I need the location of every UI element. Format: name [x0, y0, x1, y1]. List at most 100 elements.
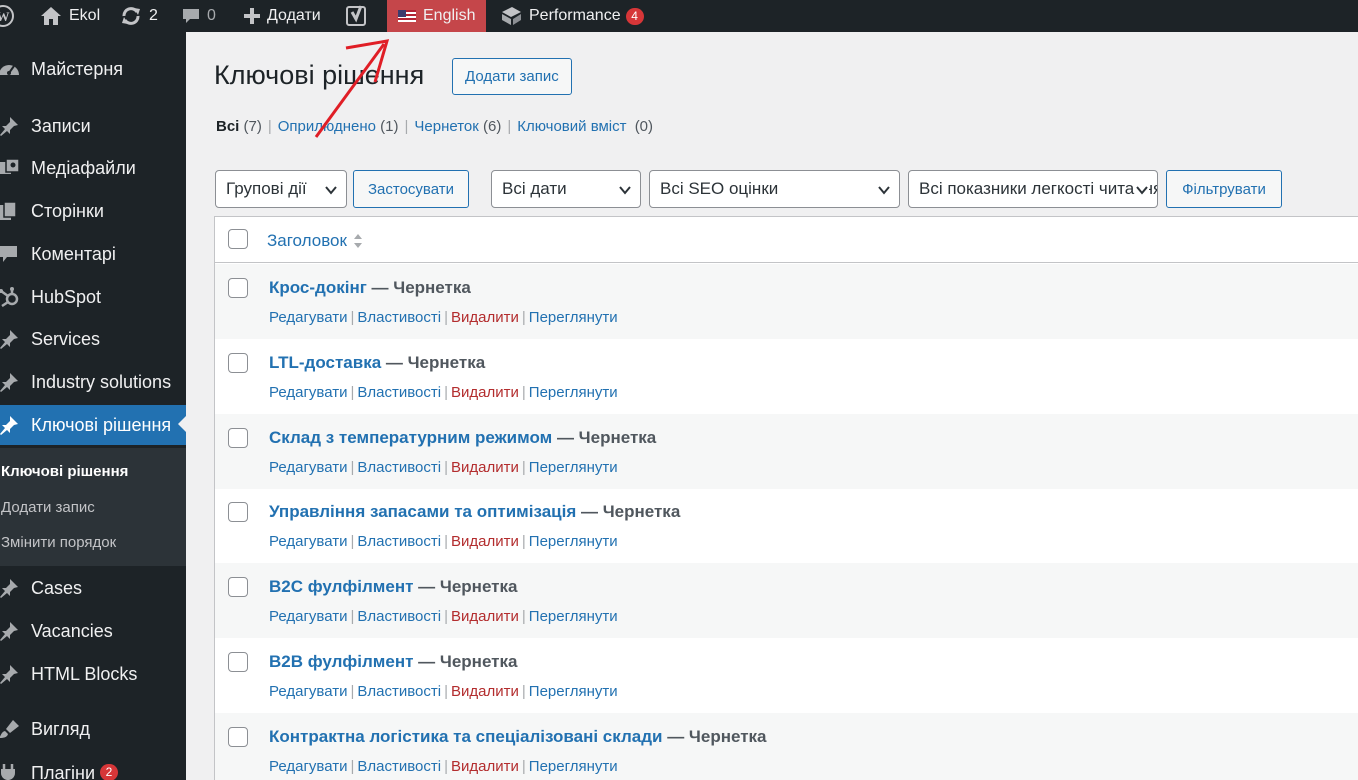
properties-link[interactable]: Властивості — [357, 309, 441, 326]
properties-link[interactable]: Властивості — [357, 608, 441, 625]
delete-link[interactable]: Видалити — [451, 533, 519, 550]
row-title-link[interactable]: B2C фулфілмент — [269, 577, 413, 596]
language-switcher[interactable]: English — [387, 0, 487, 32]
seo-score-select[interactable]: Всі SEO оцінки — [649, 170, 900, 208]
yoast-menu[interactable] — [346, 0, 368, 32]
view-published-count: (1) — [380, 118, 399, 135]
properties-link[interactable]: Властивості — [357, 683, 441, 700]
comments-icon — [183, 9, 199, 23]
pin-icon — [0, 330, 18, 349]
seo-score-value: Всі SEO оцінки — [660, 179, 779, 198]
row-title-link[interactable]: Склад з температурним режимом — [269, 428, 552, 447]
action-separator: | — [521, 383, 526, 401]
view-link[interactable]: Переглянути — [529, 309, 618, 326]
row-checkbox[interactable] — [228, 278, 248, 298]
edit-link[interactable]: Редагувати — [269, 459, 348, 476]
view-separator: | — [267, 118, 272, 135]
add-new-button[interactable]: Додати запис — [452, 58, 572, 95]
row-title-link[interactable]: LTL-доставка — [269, 353, 381, 372]
menu-item-key-solutions[interactable]: Ключові рішення — [0, 405, 186, 445]
view-link[interactable]: Переглянути — [529, 384, 618, 401]
comments-link[interactable]: 0 — [182, 0, 216, 32]
view-link[interactable]: Переглянути — [529, 533, 618, 550]
row-checkbox[interactable] — [228, 577, 248, 598]
menu-item-appearance[interactable]: Вигляд — [0, 710, 186, 748]
row-title-link[interactable]: Управління запасами та оптимізація — [269, 502, 576, 521]
properties-link[interactable]: Властивості — [357, 459, 441, 476]
menu-item-posts[interactable]: Записи — [0, 107, 186, 145]
bulk-actions-select[interactable]: Групові дії — [215, 170, 347, 208]
delete-link[interactable]: Видалити — [451, 683, 519, 700]
action-separator: | — [350, 458, 355, 476]
menu-item-comments[interactable]: Коментарі — [0, 235, 186, 273]
dates-select[interactable]: Всі дати — [491, 170, 641, 208]
readability-select[interactable]: Всі показники легкості читання — [908, 170, 1158, 208]
delete-link[interactable]: Видалити — [451, 608, 519, 625]
menu-item-vacancies[interactable]: Vacancies — [0, 612, 186, 650]
menu-item-industry-solutions[interactable]: Industry solutions — [0, 363, 186, 401]
menu-item-plugins[interactable]: Плагіни 2 — [0, 754, 186, 780]
menu-item-media[interactable]: Медіафайли — [0, 149, 186, 187]
edit-link[interactable]: Редагувати — [269, 608, 348, 625]
performance-menu[interactable]: Performance 4 — [500, 0, 644, 32]
row-state-separator: — — [413, 652, 440, 671]
edit-link[interactable]: Редагувати — [269, 683, 348, 700]
delete-link[interactable]: Видалити — [451, 384, 519, 401]
view-cornerstone-count: (0) — [634, 118, 654, 135]
menu-item-dashboard[interactable]: Майстерня — [0, 50, 186, 88]
edit-link[interactable]: Редагувати — [269, 533, 348, 550]
action-separator: | — [444, 683, 449, 700]
view-all[interactable]: Всі — [216, 118, 239, 135]
row-title-link[interactable]: B2B фулфілмент — [269, 652, 413, 671]
submenu-item-reorder[interactable]: Змінити порядок — [1, 534, 116, 551]
view-link[interactable]: Переглянути — [529, 683, 618, 700]
menu-label-industry-solutions: Industry solutions — [31, 371, 172, 392]
delete-link[interactable]: Видалити — [451, 758, 519, 775]
row-actions: Редагувати | Властивості | Видалити | Переглян… — [269, 533, 618, 550]
apply-button[interactable]: Застосувати — [353, 170, 469, 208]
view-published[interactable]: Оприлюднено — [278, 118, 376, 135]
row-title: Крос-докінг — Чернетка — [269, 278, 471, 298]
submenu-item-all[interactable]: Ключові рішення — [1, 463, 128, 480]
menu-item-hubspot[interactable]: HubSpot — [0, 278, 186, 316]
new-content-link[interactable]: Додати — [244, 0, 321, 32]
menu-item-services[interactable]: Services — [0, 320, 186, 358]
view-cornerstone[interactable]: Ключовий вміст — [517, 118, 626, 135]
delete-link[interactable]: Видалити — [451, 309, 519, 326]
column-title-header[interactable]: Заголовок — [267, 231, 363, 251]
menu-item-pages[interactable]: Сторінки — [0, 192, 186, 230]
status-views: Всі (7) | Оприлюднено (1) | Чернеток (6) | Клю… — [216, 118, 653, 135]
menu-item-html-blocks[interactable]: HTML Blocks — [0, 655, 186, 693]
row-state: Чернетка — [439, 577, 518, 597]
edit-link[interactable]: Редагувати — [269, 309, 348, 326]
select-all-checkbox[interactable] — [228, 229, 248, 249]
chevron-down-icon — [1135, 183, 1149, 197]
delete-link[interactable]: Видалити — [451, 459, 519, 476]
site-name-link[interactable]: Ekol — [40, 0, 100, 32]
edit-link[interactable]: Редагувати — [269, 758, 348, 775]
properties-link[interactable]: Властивості — [357, 384, 441, 401]
properties-link[interactable]: Властивості — [357, 533, 441, 550]
edit-link[interactable]: Редагувати — [269, 384, 348, 401]
row-checkbox[interactable] — [228, 726, 248, 747]
row-checkbox[interactable] — [228, 427, 248, 448]
table-header: Заголовок — [215, 217, 1358, 263]
row-checkbox[interactable] — [228, 502, 248, 523]
view-drafts[interactable]: Чернеток — [414, 118, 478, 135]
row-title: Управління запасами та оптимізація — Чер… — [269, 502, 680, 522]
view-all-count: (7) — [243, 118, 262, 135]
row-checkbox[interactable] — [228, 652, 248, 672]
row-checkbox[interactable] — [228, 352, 248, 373]
row-title-link[interactable]: Контрактна логістика та спеціалізовані с… — [269, 727, 662, 746]
chevron-down-icon — [325, 186, 337, 195]
properties-link[interactable]: Властивості — [357, 758, 441, 775]
filter-button[interactable]: Фільтрувати — [1166, 170, 1282, 208]
view-link[interactable]: Переглянути — [529, 608, 618, 625]
submenu-item-add-new[interactable]: Додати запис — [1, 499, 95, 516]
updates-link[interactable]: 2 — [120, 0, 158, 32]
menu-item-cases[interactable]: Cases — [0, 569, 186, 607]
view-link[interactable]: Переглянути — [529, 758, 618, 775]
row-title-link[interactable]: Крос-докінг — [269, 278, 367, 297]
view-link[interactable]: Переглянути — [529, 459, 618, 476]
wordpress-menu[interactable]: W — [0, 0, 14, 32]
